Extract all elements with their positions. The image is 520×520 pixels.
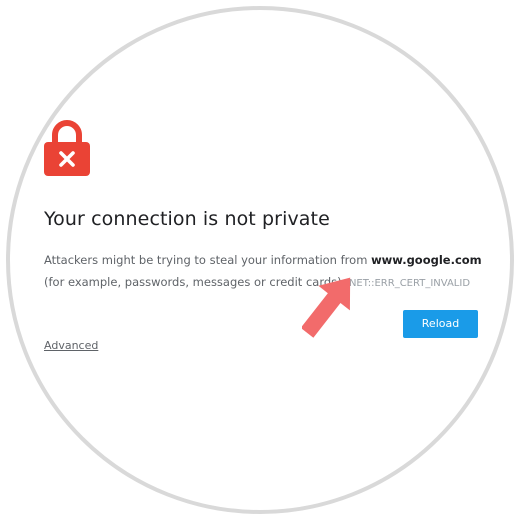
error-description: Attackers might be trying to steal your … xyxy=(44,249,494,295)
error-code[interactable]: NET::ERR_CERT_INVALID xyxy=(349,278,470,289)
lock-x-icon xyxy=(44,120,90,176)
screenshot-stage: Your connection is not private Attackers… xyxy=(0,0,520,520)
reload-button[interactable]: Reload xyxy=(403,310,478,338)
description-prefix: Attackers might be trying to steal your … xyxy=(44,253,372,267)
interstitial-page: Your connection is not private Attackers… xyxy=(0,0,520,520)
advanced-link[interactable]: Advanced xyxy=(44,339,98,352)
annotation-arrow-icon xyxy=(302,277,351,338)
page-title: Your connection is not private xyxy=(44,208,330,230)
domain-name: www.google.com xyxy=(371,253,482,267)
